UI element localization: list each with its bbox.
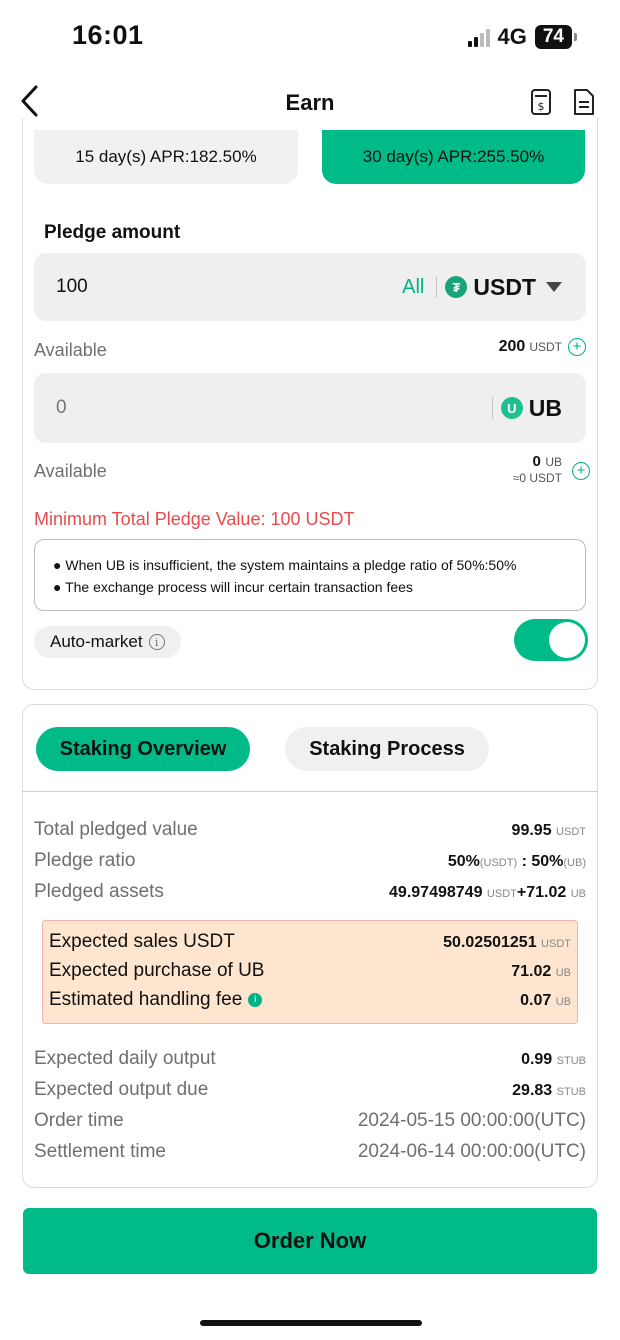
ub-available-approx: ≈0 USDT — [512, 471, 562, 485]
battery-icon: 74 — [534, 25, 578, 49]
tab-staking-process[interactable]: Staking Process — [285, 727, 489, 771]
calculator-icon[interactable]: $ — [530, 88, 552, 121]
minimum-pledge-notice: Minimum Total Pledge Value: 100 USDT — [34, 509, 355, 529]
pledge-notes: ● When UB is insufficient, the system ma… — [34, 539, 586, 611]
currency-name: USDT — [473, 273, 536, 300]
info-icon[interactable]: i — [248, 992, 263, 1007]
add-usdt-icon[interactable]: + — [568, 338, 586, 356]
ub-available: 0 UB ≈0 USDT — [513, 454, 562, 486]
pledge-amount-label: Pledge amount — [44, 222, 181, 243]
divider — [436, 276, 438, 298]
term-option-15-day[interactable]: 15 day(s) APR:182.50% — [34, 130, 298, 184]
ub-icon: U — [500, 397, 523, 419]
expected-trade-box: Expected sales USDT 50.02501251 USDT Exp… — [42, 920, 578, 1024]
order-now-button[interactable]: Order Now — [23, 1208, 597, 1274]
output-due-row: Expected output due 29.83 STUB — [34, 1079, 586, 1100]
order-time-row: Order time 2024-05-15 00:00:00(UTC) — [34, 1110, 586, 1131]
ub-amount-input[interactable]: 0 U UB — [34, 373, 586, 443]
pledge-amount-value[interactable]: 100 — [56, 276, 402, 298]
ub-available-unit: UB — [545, 455, 562, 469]
note-item: ● The exchange process will incur certai… — [53, 579, 413, 595]
expected-purchase-row: Expected purchase of UB 71.02 UB — [49, 960, 571, 981]
currency-select[interactable]: ₮ USDT — [445, 274, 562, 301]
home-indicator[interactable] — [200, 1320, 422, 1326]
available-label: Available — [34, 340, 107, 360]
status-time: 16:01 — [72, 20, 144, 50]
available-usdt: 200 USDT + — [499, 338, 586, 356]
svg-text:$: $ — [538, 100, 545, 113]
term-option-30-day[interactable]: 30 day(s) APR:255.50% — [322, 130, 585, 184]
note-item: ● When UB is insufficient, the system ma… — [53, 557, 517, 573]
ub-amount-value[interactable]: 0 — [56, 397, 480, 419]
usdt-icon: ₮ — [445, 276, 468, 298]
settlement-time-row: Settlement time 2024-06-14 00:00:00(UTC) — [34, 1141, 586, 1162]
daily-output-row: Expected daily output 0.99 STUB — [34, 1048, 586, 1069]
ub-available-label: Available — [34, 461, 107, 481]
page-title: Earn — [285, 90, 335, 115]
ub-available-amount: 0 — [532, 453, 541, 470]
pledged-assets-row: Pledged assets 49.97498749 USDT+71.02 UB — [34, 881, 586, 902]
pledge-ratio-row: Pledge ratio 50%(USDT) : 50%(UB) — [34, 850, 586, 871]
tab-staking-overview[interactable]: Staking Overview — [36, 727, 250, 771]
auto-market-label[interactable]: Auto-market i — [34, 626, 181, 658]
caret-down-icon — [546, 282, 562, 292]
total-pledged-row: Total pledged value 99.95 USDT — [34, 819, 586, 840]
status-indicators: 4G 74 — [467, 24, 578, 50]
ub-currency-name: UB — [528, 394, 562, 421]
document-icon[interactable] — [572, 88, 596, 121]
expected-sales-row: Expected sales USDT 50.02501251 USDT — [49, 931, 571, 952]
auto-market-toggle[interactable] — [514, 619, 588, 661]
pledge-amount-input[interactable]: 100 All ₮ USDT — [34, 253, 586, 321]
info-icon[interactable]: i — [148, 634, 165, 650]
divider — [491, 397, 493, 419]
available-amount: 200 — [498, 338, 526, 355]
network-type: 4G — [497, 24, 527, 49]
all-button[interactable]: All — [402, 276, 424, 299]
toggle-knob — [549, 622, 585, 658]
divider — [22, 791, 598, 792]
add-ub-icon[interactable]: + — [572, 462, 590, 480]
available-unit: USDT — [529, 340, 562, 354]
handling-fee-row: Estimated handling fee i 0.07 UB — [49, 989, 571, 1010]
signal-icon — [467, 27, 490, 47]
